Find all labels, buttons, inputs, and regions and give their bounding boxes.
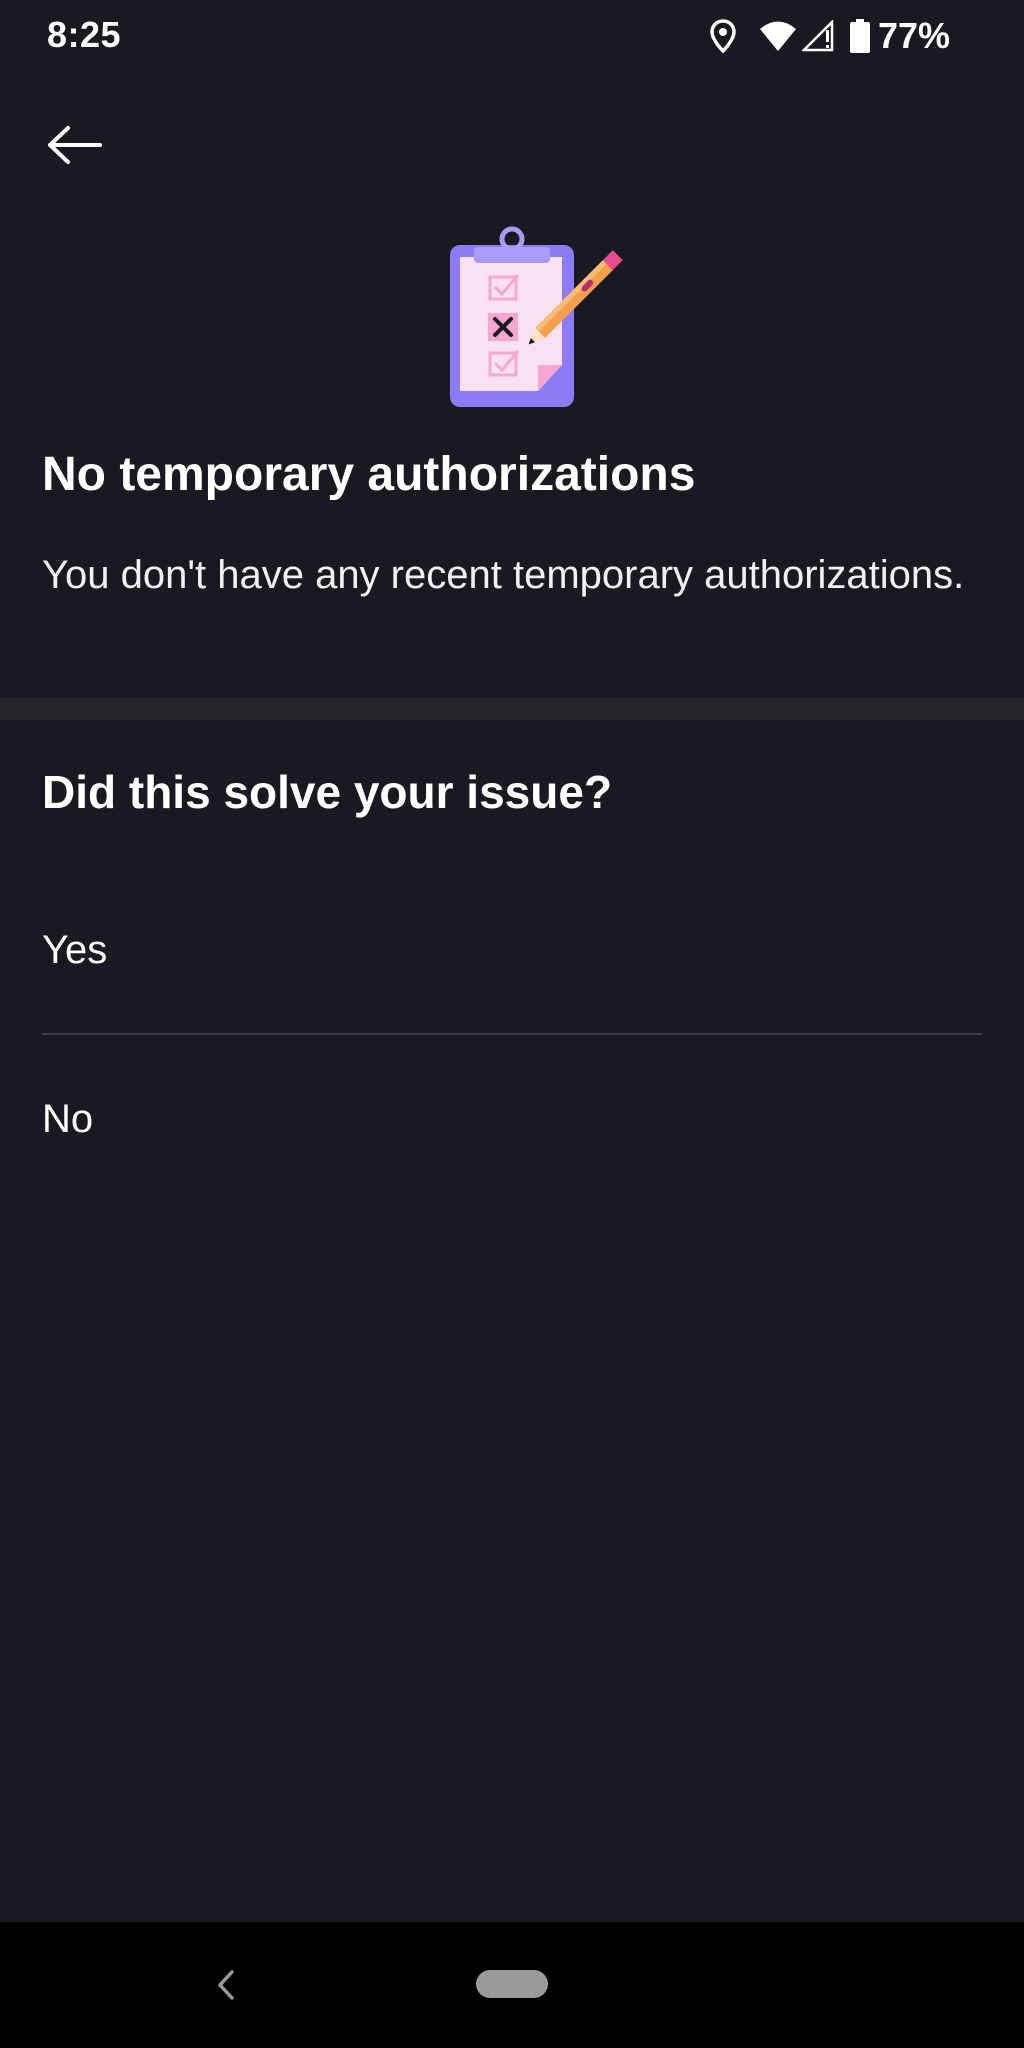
battery-icon xyxy=(849,19,870,53)
location-icon xyxy=(710,19,736,53)
section-divider xyxy=(0,698,1024,720)
system-nav-bar xyxy=(0,1922,1024,2048)
status-bar: 8:25 77% xyxy=(0,0,1024,74)
nav-back-button[interactable] xyxy=(206,1960,246,2010)
option-divider xyxy=(42,1033,982,1035)
signal-icon xyxy=(801,20,836,52)
battery-percent: 77% xyxy=(877,15,950,56)
page-title: No temporary authorizations xyxy=(42,448,696,501)
feedback-no-option[interactable]: No xyxy=(42,1064,982,1174)
clipboard-checklist-pencil-illustration xyxy=(440,225,650,410)
empty-state-message: You don't have any recent temporary auth… xyxy=(42,553,965,597)
arrow-left-icon xyxy=(48,126,102,164)
wifi-icon xyxy=(758,20,798,52)
status-icons: 77% xyxy=(710,14,950,58)
nav-home-button[interactable] xyxy=(476,1970,548,1998)
chevron-left-icon xyxy=(218,1970,234,2000)
feedback-question: Did this solve your issue? xyxy=(42,766,613,818)
back-button[interactable] xyxy=(36,110,112,180)
status-time: 8:25 xyxy=(47,14,122,55)
feedback-yes-option[interactable]: Yes xyxy=(42,895,982,1005)
